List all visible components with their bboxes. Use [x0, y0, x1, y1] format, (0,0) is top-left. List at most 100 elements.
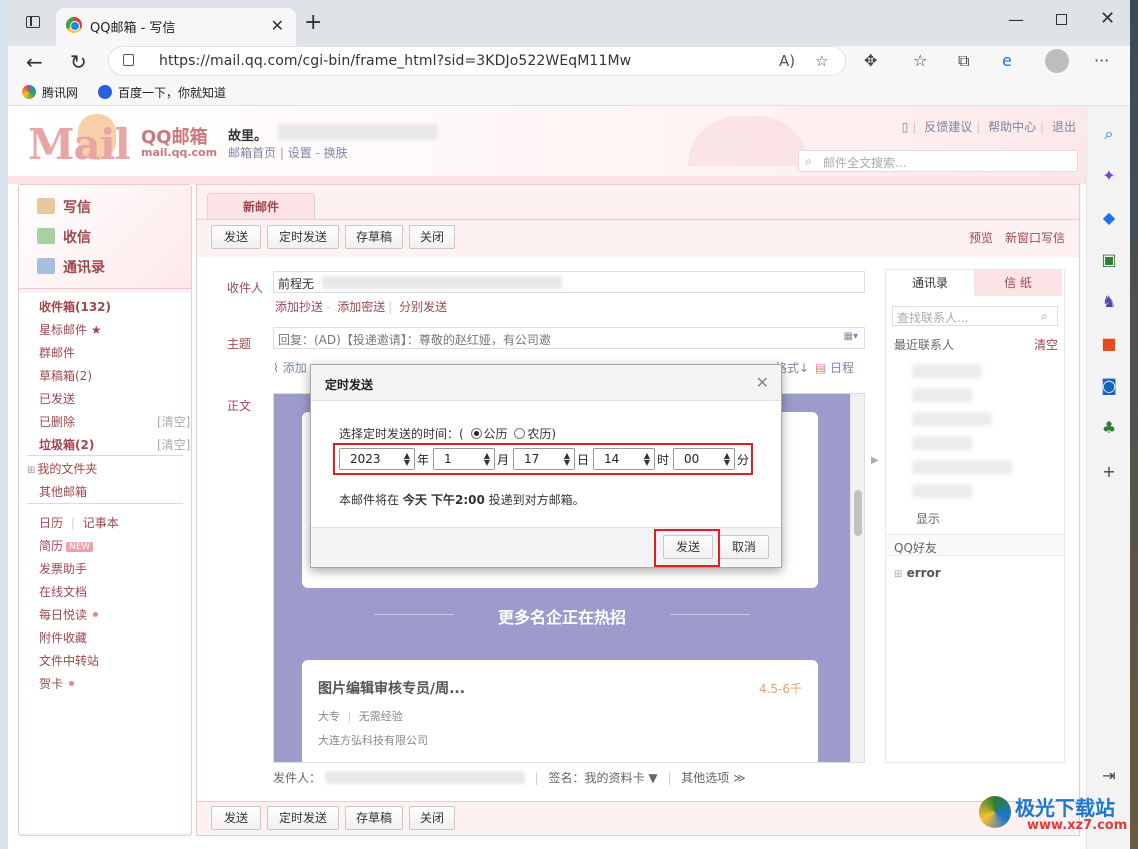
attachment-link[interactable]: ⌇ 添加	[273, 359, 307, 376]
logout-link[interactable]: 退出	[1052, 120, 1076, 134]
tab-contacts[interactable]: 通讯录	[886, 270, 974, 296]
bookmark-baidu[interactable]: 百度一下，你就知道	[98, 84, 226, 101]
app-file-transfer[interactable]: 文件中转站	[39, 652, 99, 669]
calendar-label[interactable]: 日历	[39, 516, 63, 530]
read-aloud-icon[interactable]: A)	[779, 52, 795, 70]
back-icon[interactable]: ←	[26, 50, 43, 74]
blurred-contact[interactable]	[912, 388, 972, 402]
scheduled-send-button[interactable]: 定时发送	[267, 225, 339, 249]
app-invoice[interactable]: 发票助手	[39, 560, 87, 577]
gregorian-radio[interactable]	[470, 428, 482, 439]
favorites-icon[interactable]: ☆	[913, 51, 927, 70]
app-reading[interactable]: 每日悦读	[39, 606, 99, 623]
scroll-thumb[interactable]	[854, 490, 862, 536]
search-icon[interactable]: ⌕	[1099, 124, 1119, 144]
tab-stationery[interactable]: 信 纸	[974, 270, 1062, 296]
lunar-radio[interactable]	[514, 428, 526, 439]
folder-starred[interactable]: 星标邮件 ★	[39, 321, 102, 338]
add-icon[interactable]: +	[1099, 462, 1119, 482]
blurred-contact[interactable]	[912, 364, 982, 378]
mail-logo[interactable]: Mail	[28, 120, 131, 169]
app-docs[interactable]: 在线文档	[39, 583, 87, 600]
folder-group[interactable]: 群邮件	[39, 344, 75, 361]
sidebar-toggle-icon[interactable]: ⇥	[1099, 766, 1119, 786]
group-error[interactable]: ⊞ error	[894, 566, 941, 580]
add-bcc-link[interactable]: 添加密送	[337, 300, 385, 314]
shopping-tag-icon[interactable]: ◆	[1099, 208, 1119, 228]
subject-field[interactable]: 回复：(AD)【投递邀请】：尊敬的赵红娅，有公司邀 ▦▾	[273, 327, 865, 349]
app-cards[interactable]: 贺卡	[39, 675, 75, 692]
year-select[interactable]: 2023 ▲ ▼	[339, 448, 415, 470]
close-button-bottom[interactable]: 关闭	[409, 806, 455, 830]
my-folders[interactable]: ⊞ 我的文件夹	[27, 460, 97, 477]
minimize-icon[interactable]: —	[1008, 10, 1024, 29]
compose-link[interactable]: 写信	[37, 197, 91, 217]
home-link[interactable]: 邮箱首页	[228, 146, 276, 160]
skin-link[interactable]: 换肤	[324, 146, 348, 160]
save-draft-button[interactable]: 存草稿	[345, 225, 403, 249]
lunar-label[interactable]: 农历)	[527, 427, 556, 441]
profile-avatar[interactable]	[1045, 49, 1069, 73]
to-field[interactable]: 前程无	[273, 271, 865, 293]
minute-select[interactable]: 00 ▲ ▼	[673, 448, 735, 470]
refresh-icon[interactable]: ↻	[70, 50, 87, 74]
tab-actions-icon[interactable]	[26, 16, 40, 28]
contact-search-input[interactable]: 查找联系人... ⌕	[892, 306, 1058, 326]
new-window-link[interactable]: 新窗口写信	[1005, 229, 1065, 246]
folder-sent[interactable]: 已发送	[39, 390, 75, 407]
lock-icon[interactable]	[123, 54, 134, 66]
tree-icon[interactable]: ♣	[1099, 418, 1119, 438]
schedule-link[interactable]: ▤ 日程	[815, 359, 854, 376]
tools-icon[interactable]: ▣	[1099, 250, 1119, 270]
clear-deleted-link[interactable]: [清空]	[157, 413, 190, 430]
day-select[interactable]: 17 ▲ ▼	[513, 448, 575, 470]
app-attachments[interactable]: 附件收藏	[39, 629, 87, 646]
favorite-add-icon[interactable]: ☆	[815, 52, 828, 70]
folder-spam[interactable]: 垃圾箱(2)	[39, 436, 94, 453]
send-button[interactable]: 发送	[211, 225, 261, 249]
folder-drafts[interactable]: 草稿箱(2)	[39, 367, 92, 384]
add-cc-link[interactable]: 添加抄送	[275, 300, 323, 314]
send-button-bottom[interactable]: 发送	[211, 806, 261, 830]
maximize-icon[interactable]	[1056, 14, 1067, 25]
blurred-contact[interactable]	[912, 412, 992, 426]
window-close-icon[interactable]: ✕	[1100, 8, 1115, 29]
clear-spam-link[interactable]: [清空]	[157, 436, 190, 453]
hour-select[interactable]: 14 ▲ ▼	[593, 448, 655, 470]
app-resume[interactable]: 简历 NEW	[39, 537, 94, 554]
tab-close-icon[interactable]: ✕	[271, 16, 284, 35]
job-title[interactable]: 图片编辑审核专员/周...	[318, 678, 465, 698]
blurred-sender[interactable]	[324, 771, 525, 784]
other-mailboxes[interactable]: 其他邮箱	[39, 483, 87, 500]
inbox-link[interactable]: 收信	[37, 227, 91, 247]
signature-select[interactable]: 签名：我的资料卡 ▼	[549, 771, 658, 785]
outlook-icon[interactable]: ◙	[1099, 376, 1119, 396]
blurred-contact[interactable]	[912, 436, 972, 450]
bookmark-tencent[interactable]: 腾讯网	[22, 84, 78, 101]
feedback-link[interactable]: 反馈建议	[924, 120, 972, 134]
phone-icon[interactable]: ▯	[902, 120, 909, 134]
extensions-icon[interactable]: ✥	[864, 51, 877, 70]
games-icon[interactable]: ♞	[1099, 292, 1119, 312]
url-text[interactable]: https://mail.qq.com/cgi-bin/frame_html?s…	[159, 53, 631, 69]
folder-inbox[interactable]: 收件箱(132)	[39, 298, 111, 315]
blurred-contact[interactable]	[912, 460, 1012, 474]
dialog-cancel-button[interactable]: 取消	[719, 535, 769, 559]
office-icon[interactable]: ■	[1099, 334, 1119, 354]
contacts-link[interactable]: 通讯录	[37, 257, 105, 277]
close-button[interactable]: 关闭	[409, 225, 455, 249]
settings-link[interactable]: 设置	[288, 146, 312, 160]
job-card[interactable]: 图片编辑审核专员/周... 4.5-6千 大专 | 无需经验 大连方弘科技有限公…	[302, 660, 818, 762]
month-select[interactable]: 1 ▲ ▼	[433, 448, 495, 470]
clear-recent-link[interactable]: 清空	[1034, 336, 1058, 353]
other-options-link[interactable]: 其他选项 ≫	[681, 771, 745, 785]
dialog-close-icon[interactable]: ✕	[756, 373, 769, 392]
notes-label[interactable]: 记事本	[83, 516, 119, 530]
separate-send-link[interactable]: 分别发送	[399, 300, 447, 314]
address-bar[interactable]: https://mail.qq.com/cgi-bin/frame_html?s…	[108, 46, 846, 76]
folder-deleted[interactable]: 已删除	[39, 413, 75, 430]
save-draft-button-bottom[interactable]: 存草稿	[345, 806, 403, 830]
editor-scrollbar[interactable]	[850, 394, 864, 762]
scheduled-send-button-bottom[interactable]: 定时发送	[267, 806, 339, 830]
show-more-link[interactable]: 显示	[916, 510, 940, 527]
